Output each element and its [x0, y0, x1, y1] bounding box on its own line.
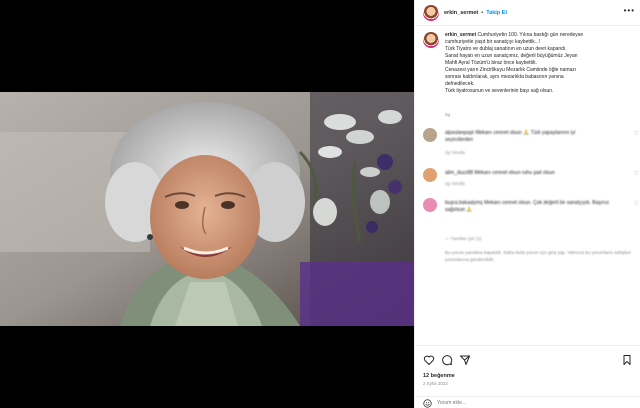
post-sidebar: erkin_sermet • Takip Et ••• erkin_sermet…: [414, 0, 640, 408]
author-username[interactable]: erkin_sermet: [444, 10, 478, 16]
caption-avatar[interactable]: [423, 32, 439, 48]
comment-item: alpaslanpaşlı Mekanı cennet olsun 🙏 Türk…: [423, 128, 639, 155]
caption-line: Mahfi Ayral Tözüm'ü biraz önce kaybettik…: [445, 60, 537, 66]
view-replies-link[interactable]: — Yanıtları gör (1): [445, 236, 482, 241]
comment-item: buşra.bakaalymş Mekanı cennet olsun. Çok…: [423, 198, 639, 220]
commenter-avatar[interactable]: [423, 128, 437, 142]
action-bar: [415, 345, 640, 373]
caption-line: cumhuriyetle yaşıt bir sanatçıyı kaybett…: [445, 39, 541, 45]
share-icon[interactable]: [459, 354, 471, 366]
comment-heart-icon[interactable]: ♡: [634, 200, 639, 207]
caption-line: Sanat hayatı en uzun sanatçımız, değerli…: [445, 53, 578, 59]
post-media[interactable]: [0, 0, 414, 408]
caption-line: Cenazesi yarın Zincirlikuyu Mezarlık Cam…: [445, 67, 577, 73]
more-icon[interactable]: •••: [624, 7, 635, 15]
caption-username[interactable]: erkin_sermet: [445, 32, 476, 38]
post-date: 2 Eylül 2023: [423, 381, 448, 386]
caption-line: Türk tiyatrosunun ve sevenlerinin başı s…: [445, 88, 554, 94]
comment-text: alpaslanpaşlı Mekanı cennet olsun 🙏 Türk…: [445, 130, 576, 143]
comment-heart-icon[interactable]: ♡: [634, 170, 639, 177]
commenter-avatar[interactable]: [423, 198, 437, 212]
comment-heart-icon[interactable]: ♡: [634, 130, 639, 137]
author-avatar[interactable]: [423, 4, 439, 21]
bookmark-icon[interactable]: [621, 354, 633, 366]
comment-item: alim_duzz88 Mekanı cennet olsun ruhu şad…: [423, 168, 639, 190]
add-comment-bar: [415, 396, 640, 408]
comment-meta[interactable]: 2g Yanıtla: [445, 150, 465, 155]
heart-icon[interactable]: [423, 354, 435, 366]
comment-limit-notice: Bu yorum yanıtlara kapatıldı. Daha fazla…: [445, 250, 631, 262]
commenter-avatar[interactable]: [423, 168, 437, 182]
emoji-icon[interactable]: [423, 399, 432, 408]
comment-icon[interactable]: [441, 354, 453, 366]
comment-text: alim_duzz88 Mekanı cennet olsun ruhu şad…: [445, 170, 555, 176]
caption-line: sonrası kaldırılarak, aynı mezarlıkta ba…: [445, 74, 564, 80]
comment-meta[interactable]: 2g Yanıtla: [445, 181, 465, 186]
post-header: erkin_sermet • Takip Et •••: [415, 0, 640, 26]
separator-dot: •: [481, 9, 484, 16]
follow-button[interactable]: Takip Et: [486, 10, 507, 16]
caption-line: Türk Tiyatro ve dublaj sanatının en uzun…: [445, 46, 567, 52]
caption-time: 2g: [445, 112, 451, 117]
caption-line: Cumhuriyetin 100. Yılına bastığı gün ner…: [477, 32, 584, 38]
comment-input[interactable]: [437, 398, 617, 408]
comment-text: buşra.bakaalymş Mekanı cennet olsun. Çok…: [445, 200, 609, 213]
portrait-image: [0, 92, 414, 326]
like-count[interactable]: 12 beğenme: [423, 373, 455, 379]
post-photo: [0, 92, 414, 326]
caption-text: erkin_sermet Cumhuriyetin 100. Yılına ba…: [445, 32, 635, 95]
caption-line: defnedilecek.: [445, 81, 475, 87]
